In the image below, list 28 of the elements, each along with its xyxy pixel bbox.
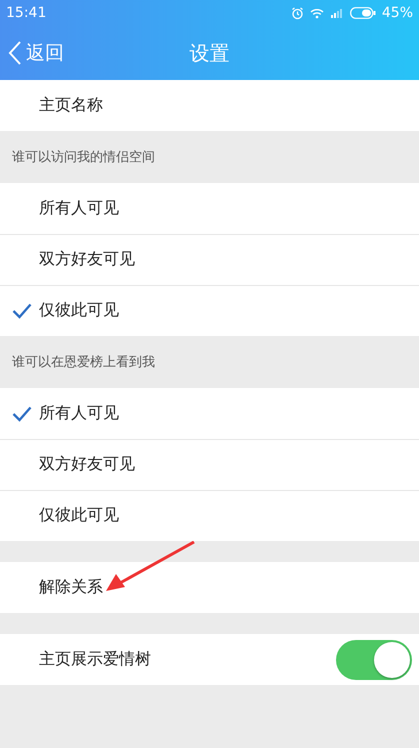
signal-icon — [330, 8, 344, 18]
page-title: 设置 — [190, 40, 230, 66]
battery-percent: 45% — [382, 5, 413, 21]
row-label: 主页展示爱情树 — [39, 649, 152, 670]
battery-icon — [350, 7, 376, 19]
row-label: 仅彼此可见 — [39, 300, 120, 321]
row-label: 解除关系 — [39, 577, 104, 598]
wifi-icon — [310, 8, 324, 18]
row-label: 双方好友可见 — [39, 249, 136, 270]
settings-row[interactable]: 主页名称 — [0, 80, 419, 131]
settings-row[interactable]: 解除关系 — [0, 562, 419, 613]
settings-row[interactable]: 双方好友可见 — [0, 439, 419, 490]
section-header: 谁可以访问我的情侣空间 — [12, 149, 155, 166]
settings-row[interactable]: 仅彼此可见 — [0, 490, 419, 541]
row-label: 仅彼此可见 — [39, 505, 120, 526]
settings-row[interactable]: 双方好友可见 — [0, 234, 419, 285]
settings-row[interactable]: 所有人可见 — [0, 183, 419, 234]
row-label: 所有人可见 — [39, 198, 120, 219]
row-label: 所有人可见 — [39, 403, 120, 424]
status-time: 15:41 — [6, 5, 46, 21]
toggle-switch[interactable] — [336, 640, 412, 680]
settings-row[interactable]: 所有人可见 — [0, 388, 419, 439]
row-label: 主页名称 — [39, 95, 104, 116]
settings-row[interactable]: 仅彼此可见 — [0, 285, 419, 336]
row-label: 双方好友可见 — [39, 454, 136, 475]
settings-row[interactable]: 主页展示爱情树 — [0, 634, 419, 685]
section-header: 谁可以在恩爱榜上看到我 — [12, 354, 155, 371]
alarm-icon — [290, 6, 304, 20]
